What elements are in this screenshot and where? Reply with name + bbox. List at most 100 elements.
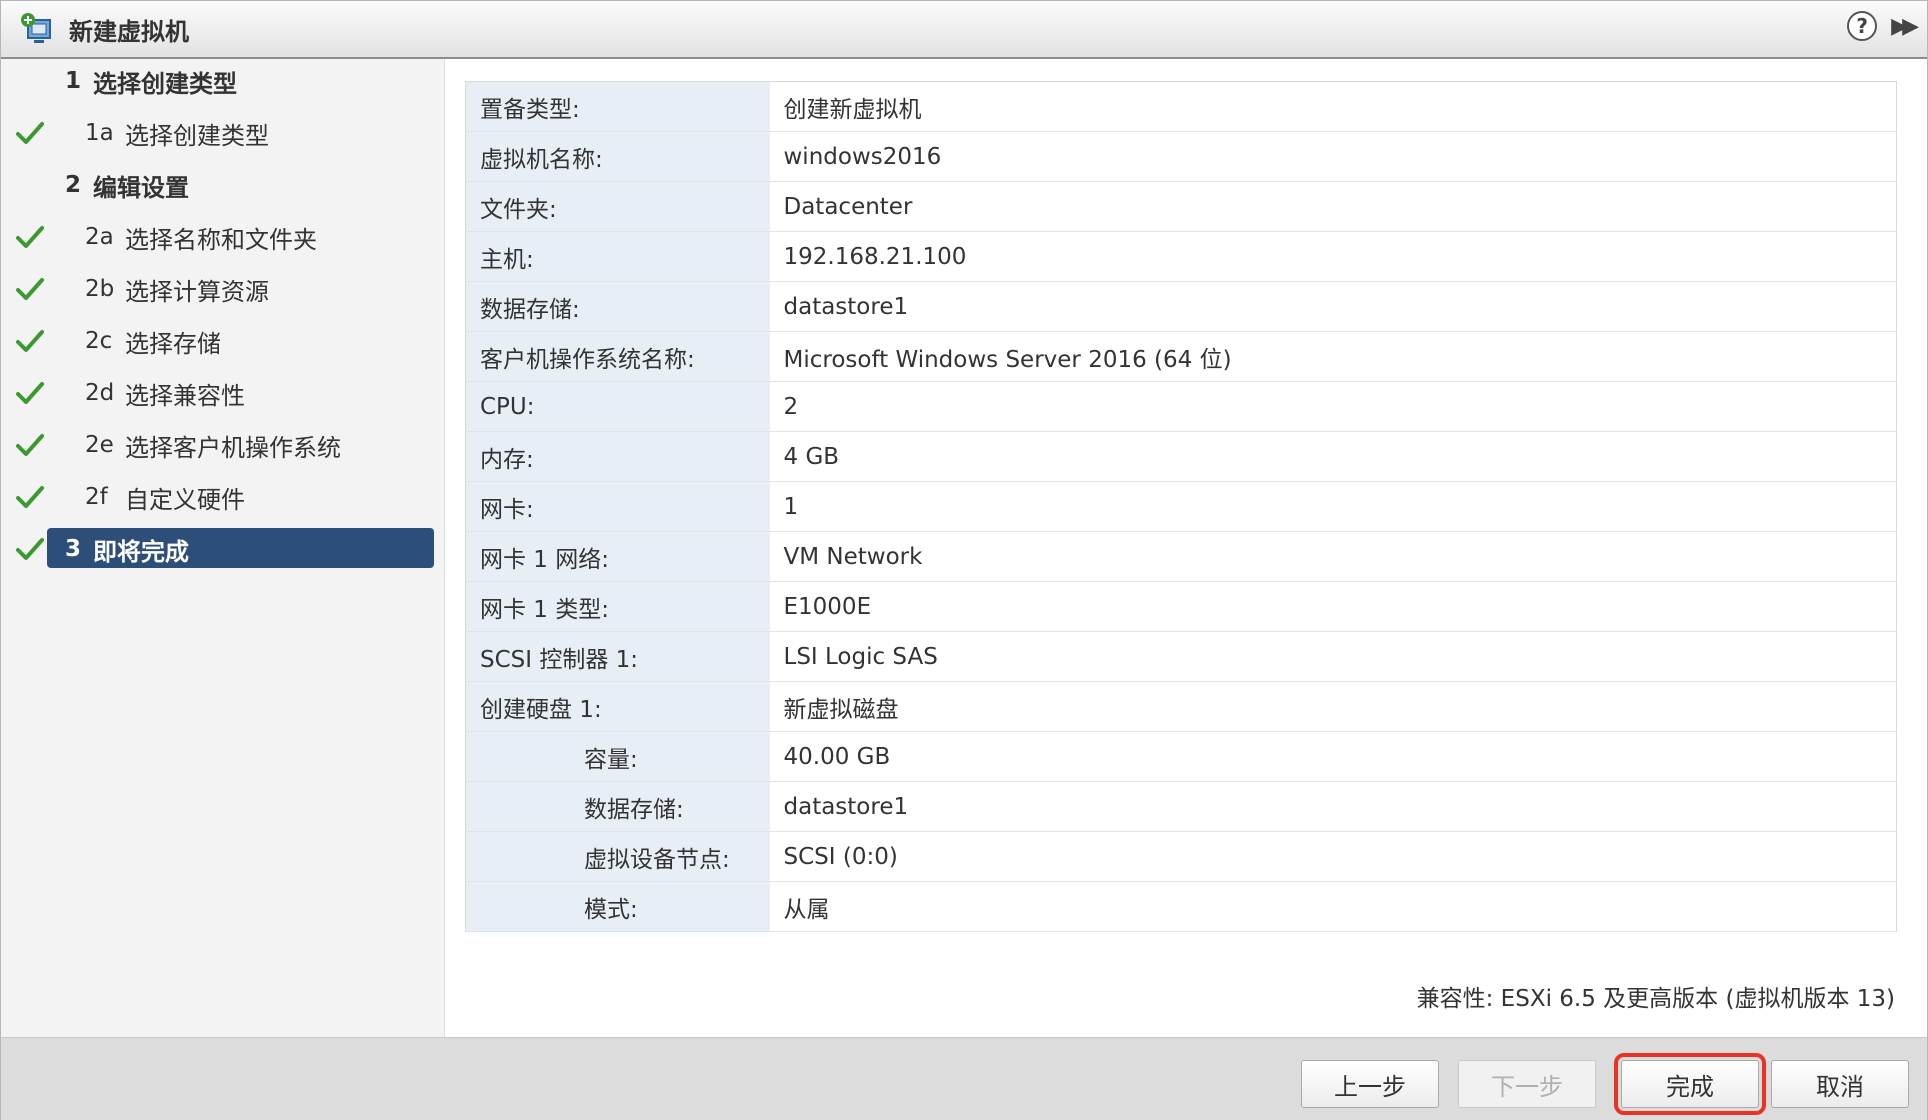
new-vm-icon xyxy=(19,11,55,47)
step-label: 选择名称和文件夹 xyxy=(125,225,317,254)
table-row: 文件夹: Datacenter xyxy=(465,181,1897,232)
step-number: 2e xyxy=(85,432,114,458)
dialog-title: 新建虚拟机 xyxy=(69,17,189,46)
row-value: LSI Logic SAS xyxy=(769,631,1897,682)
wizard-step-2b[interactable]: 2b 选择计算资源 xyxy=(1,267,444,311)
row-value: 192.168.21.100 xyxy=(769,231,1897,282)
wizard-step-2a[interactable]: 2a 选择名称和文件夹 xyxy=(1,215,444,259)
row-key: 内存: xyxy=(465,431,770,482)
table-row: SCSI 控制器 1: LSI Logic SAS xyxy=(465,631,1897,682)
wizard-step-3[interactable]: 3 即将完成 xyxy=(1,527,444,571)
next-button[interactable]: 下一步 xyxy=(1458,1060,1596,1108)
table-row: 客户机操作系统名称: Microsoft Windows Server 2016 … xyxy=(465,331,1897,382)
checkmark-icon xyxy=(16,122,44,144)
step-label: 选择计算资源 xyxy=(125,277,269,306)
step-number: 1a xyxy=(85,120,114,146)
table-row: 网卡 1 网络: VM Network xyxy=(465,531,1897,582)
row-key: SCSI 控制器 1: xyxy=(465,631,770,682)
row-key: 客户机操作系统名称: xyxy=(465,331,770,382)
row-key: 数据存储: xyxy=(465,281,770,332)
table-row: 模式: 从属 xyxy=(465,881,1897,932)
row-key: 网卡 1 网络: xyxy=(465,531,770,582)
row-key: 文件夹: xyxy=(465,181,770,232)
step-label: 选择存储 xyxy=(125,329,221,358)
step-label: 编辑设置 xyxy=(93,173,189,202)
step-number: 2b xyxy=(85,276,115,302)
row-value: 1 xyxy=(769,481,1897,532)
row-value: windows2016 xyxy=(769,131,1897,182)
step-number: 2a xyxy=(85,224,114,250)
wizard-step-2e[interactable]: 2e 选择客户机操作系统 xyxy=(1,423,444,467)
compatibility-text: 兼容性: ESXi 6.5 及更高版本 (虚拟机版本 13) xyxy=(1416,986,1895,1012)
table-row: 内存: 4 GB xyxy=(465,431,1897,482)
row-value: datastore1 xyxy=(769,281,1897,332)
checkmark-icon xyxy=(16,226,44,248)
wizard-step-2d[interactable]: 2d 选择兼容性 xyxy=(1,371,444,415)
table-row: 主机: 192.168.21.100 xyxy=(465,231,1897,282)
table-row: 网卡: 1 xyxy=(465,481,1897,532)
row-key: 数据存储: xyxy=(465,781,770,832)
row-value: Microsoft Windows Server 2016 (64 位) xyxy=(769,331,1897,382)
help-icon[interactable]: ? xyxy=(1847,11,1878,41)
row-value: 40.00 GB xyxy=(769,731,1897,782)
step-label: 自定义硬件 xyxy=(125,485,245,514)
checkmark-icon xyxy=(16,330,44,352)
step-number: 1 xyxy=(65,68,82,94)
checkmark-icon xyxy=(16,486,44,508)
row-value: Datacenter xyxy=(769,181,1897,232)
row-key: CPU: xyxy=(465,381,770,432)
summary-table: 置备类型: 创建新虚拟机 虚拟机名称: windows2016 文件夹: Datacent… xyxy=(465,81,1897,932)
step-number: 3 xyxy=(65,536,82,562)
table-row: 数据存储: datastore1 xyxy=(465,281,1897,332)
row-key: 创建硬盘 1: xyxy=(465,681,770,732)
wizard-step-1[interactable]: 1 选择创建类型 xyxy=(1,59,444,103)
step-label: 即将完成 xyxy=(93,537,189,566)
table-row: 创建硬盘 1: 新虚拟磁盘 xyxy=(465,681,1897,732)
step-number: 2d xyxy=(85,380,115,406)
row-key: 置备类型: xyxy=(465,81,770,132)
summary-panel: 置备类型: 创建新虚拟机 虚拟机名称: windows2016 文件夹: Datacent… xyxy=(445,59,1927,1037)
step-label: 选择兼容性 xyxy=(125,381,245,410)
table-row: 虚拟机名称: windows2016 xyxy=(465,131,1897,182)
wizard-steps-sidebar: 1 选择创建类型 1a 选择创建类型 2 编辑设置 2a 选择名称和文件夹 2b 选择计算资源 2c… xyxy=(1,59,445,1037)
step-number: 2f xyxy=(85,484,108,510)
row-value: 新虚拟磁盘 xyxy=(769,681,1897,732)
checkmark-icon xyxy=(16,278,44,300)
back-button[interactable]: 上一步 xyxy=(1301,1060,1439,1108)
table-row: 置备类型: 创建新虚拟机 xyxy=(465,81,1897,132)
table-row: 虚拟设备节点: SCSI (0:0) xyxy=(465,831,1897,882)
table-row: 数据存储: datastore1 xyxy=(465,781,1897,832)
table-row: CPU: 2 xyxy=(465,381,1897,432)
expand-icon[interactable]: ▶▶ xyxy=(1891,14,1919,39)
row-value: SCSI (0:0) xyxy=(769,831,1897,882)
dialog-footer: 上一步 下一步 完成 取消 xyxy=(1,1037,1927,1120)
step-label: 选择客户机操作系统 xyxy=(125,433,341,462)
row-value: 创建新虚拟机 xyxy=(769,81,1897,132)
row-value: E1000E xyxy=(769,581,1897,632)
table-row: 网卡 1 类型: E1000E xyxy=(465,581,1897,632)
wizard-step-2f[interactable]: 2f 自定义硬件 xyxy=(1,475,444,519)
step-label: 选择创建类型 xyxy=(93,69,237,98)
row-key: 网卡 1 类型: xyxy=(465,581,770,632)
checkmark-icon xyxy=(16,382,44,404)
row-value: VM Network xyxy=(769,531,1897,582)
step-label: 选择创建类型 xyxy=(125,121,269,150)
new-vm-dialog: 新建虚拟机 ? ▶▶ 1 选择创建类型 1a 选择创建类型 2 编辑设置 2a 选择名称和文件… xyxy=(0,0,1928,1120)
step-number: 2c xyxy=(85,328,113,354)
cancel-button[interactable]: 取消 xyxy=(1771,1060,1909,1108)
wizard-step-2c[interactable]: 2c 选择存储 xyxy=(1,319,444,363)
checkmark-icon xyxy=(16,434,44,456)
row-key: 模式: xyxy=(465,881,770,932)
checkmark-icon xyxy=(16,538,44,560)
row-value: 从属 xyxy=(769,881,1897,932)
row-key: 主机: xyxy=(465,231,770,282)
row-key: 网卡: xyxy=(465,481,770,532)
row-value: datastore1 xyxy=(769,781,1897,832)
finish-button[interactable]: 完成 xyxy=(1614,1053,1766,1115)
row-key: 虚拟设备节点: xyxy=(465,831,770,882)
step-number: 2 xyxy=(65,172,82,198)
table-row: 容量: 40.00 GB xyxy=(465,731,1897,782)
wizard-step-2[interactable]: 2 编辑设置 xyxy=(1,163,444,207)
wizard-step-1a[interactable]: 1a 选择创建类型 xyxy=(1,111,444,155)
row-value: 4 GB xyxy=(769,431,1897,482)
